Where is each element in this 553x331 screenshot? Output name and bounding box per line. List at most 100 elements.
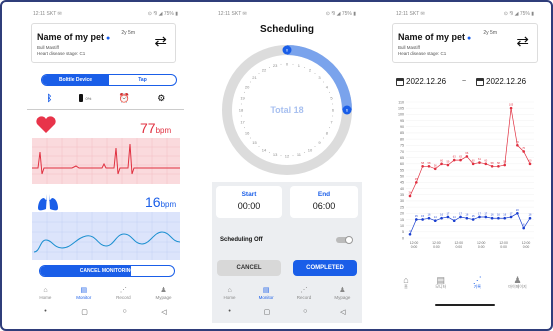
back-icon[interactable]: ◁	[340, 308, 345, 316]
data-point[interactable]	[433, 219, 437, 222]
data-point[interactable]	[522, 150, 525, 153]
y-tick-label: 65	[400, 156, 404, 160]
dot-icon[interactable]: •	[228, 308, 230, 316]
nav-record[interactable]: ⋰ Record	[297, 287, 312, 300]
data-point[interactable]	[415, 181, 418, 184]
pet-header[interactable]: Name of my pet ● Bull Mastiff Heart dise…	[31, 23, 176, 63]
data-point[interactable]	[490, 164, 494, 168]
data-point[interactable]	[497, 216, 500, 220]
data-point[interactable]	[415, 218, 418, 221]
data-label: 15	[472, 214, 475, 218]
data-point[interactable]	[509, 215, 513, 219]
data-point[interactable]	[427, 216, 431, 220]
data-point[interactable]	[459, 158, 462, 162]
record-chart[interactable]: 1101051009590858075706560555045403530252…	[390, 98, 540, 270]
clock-tick-label: 6	[332, 108, 335, 113]
nav-mypage[interactable]: ♟ Mypage	[334, 287, 350, 300]
end-card[interactable]: End 06:00	[290, 186, 358, 218]
clock-tick-label: 23	[273, 63, 278, 68]
data-point[interactable]	[471, 162, 475, 166]
gear-icon[interactable]: ⚙	[157, 93, 165, 104]
data-point[interactable]	[528, 216, 532, 220]
start-time: 00:00	[237, 201, 261, 211]
clock-tick-dot	[258, 145, 260, 147]
data-point[interactable]	[459, 215, 462, 219]
status-bar: 12:11 SKT ✉ ⊙ ⅋ ◢ 75% ▮	[27, 8, 184, 20]
y-tick-label: 0	[402, 236, 404, 240]
swap-icon[interactable]: ⇄	[516, 34, 529, 49]
data-point[interactable]	[522, 226, 525, 230]
start-card[interactable]: Start 00:00	[216, 186, 282, 218]
data-point[interactable]	[421, 164, 424, 168]
data-point[interactable]	[471, 218, 475, 221]
data-point[interactable]	[433, 167, 437, 171]
nav-home[interactable]: ⌂ Home	[224, 287, 236, 300]
data-point[interactable]	[478, 161, 481, 164]
data-point[interactable]	[446, 163, 450, 167]
scheduling-toggle[interactable]	[336, 236, 353, 244]
home-circle-icon[interactable]: ○	[122, 308, 126, 316]
data-point[interactable]	[516, 143, 519, 147]
battery-icon: 0%	[79, 94, 91, 102]
data-point[interactable]	[497, 164, 500, 168]
data-point[interactable]	[408, 232, 412, 236]
nav-mypage[interactable]: ♟ 마이페이지	[508, 276, 526, 290]
x-tick-label: 0:00	[478, 245, 485, 249]
cancel-button[interactable]: CANCEL	[217, 260, 281, 276]
data-point[interactable]	[503, 163, 507, 167]
data-point[interactable]	[440, 216, 443, 220]
back-icon[interactable]: ◁	[161, 308, 166, 316]
dot-icon[interactable]: •	[44, 308, 46, 316]
pet-header[interactable]: Name of my pet ● Bull Mastiff Heart dise…	[392, 23, 538, 63]
clock-tick-dot	[314, 73, 316, 75]
clock-tick-dot	[304, 151, 306, 153]
data-point[interactable]	[446, 215, 450, 219]
bottom-nav: ⌂ 홈 ▤ 모니터 ⋰ 기록 ♟ 마이페이지	[390, 276, 540, 290]
data-point[interactable]	[528, 162, 532, 166]
nav-record[interactable]: ⋰ Record	[116, 287, 131, 300]
nav-monitor[interactable]: ▤ 모니터	[435, 276, 446, 290]
recents-icon[interactable]: ▢	[264, 308, 271, 316]
data-point[interactable]	[516, 211, 519, 215]
data-point[interactable]	[465, 216, 469, 220]
data-point[interactable]	[452, 219, 456, 222]
status-bar: 12:11 SKT ✉ ⊙ ⅋ ◢ 75% ▮	[212, 8, 362, 20]
schedule-clock[interactable]: 0 123456789101112131415161718192021222306…	[217, 40, 357, 180]
recents-icon[interactable]: ▢	[81, 308, 88, 316]
monitor-icon: ▤	[80, 287, 88, 294]
date-to[interactable]: 2022.12.26	[476, 77, 526, 86]
nav-mypage-label: Mypage	[155, 295, 172, 300]
nav-monitor[interactable]: ▤ Monitor	[76, 287, 91, 300]
nav-record[interactable]: ⋰ 기록	[473, 276, 482, 290]
nav-mypage[interactable]: ♟ Mypage	[156, 287, 172, 300]
nav-home[interactable]: ⌂ 홈	[403, 276, 408, 290]
data-point[interactable]	[503, 216, 507, 220]
data-point[interactable]	[440, 162, 443, 166]
data-point[interactable]	[484, 215, 488, 219]
data-label: 17	[510, 211, 513, 215]
date-from[interactable]: 2022.12.26	[396, 77, 446, 86]
nav-home[interactable]: ⌂ Home	[39, 287, 51, 300]
data-point[interactable]	[421, 218, 424, 221]
data-point[interactable]	[478, 215, 481, 219]
seg-tap[interactable]: Tap	[109, 75, 176, 85]
alarm-icon[interactable]: ⏰	[119, 93, 130, 104]
nav-monitor[interactable]: ▤ Monitor	[259, 287, 274, 300]
drop-icon: ●	[465, 35, 472, 42]
swap-icon[interactable]: ⇄	[154, 34, 167, 49]
data-point[interactable]	[509, 106, 513, 110]
clock-tick-dot	[244, 127, 246, 129]
data-point[interactable]	[408, 194, 412, 198]
series-line	[409, 108, 531, 197]
data-point[interactable]	[490, 216, 494, 220]
data-point[interactable]	[484, 162, 488, 166]
clock-tick-dot	[304, 67, 306, 69]
seg-device[interactable]: Bolttle Device	[42, 75, 109, 85]
data-point[interactable]	[452, 158, 456, 162]
cancel-monitoring-button[interactable]: CANCEL MONITORING	[39, 265, 175, 277]
completed-button[interactable]: COMPLETED	[293, 260, 357, 276]
bluetooth-icon[interactable]: ᛒ	[47, 93, 52, 103]
data-point[interactable]	[465, 155, 469, 158]
data-point[interactable]	[427, 164, 431, 168]
home-circle-icon[interactable]: ○	[303, 308, 307, 316]
